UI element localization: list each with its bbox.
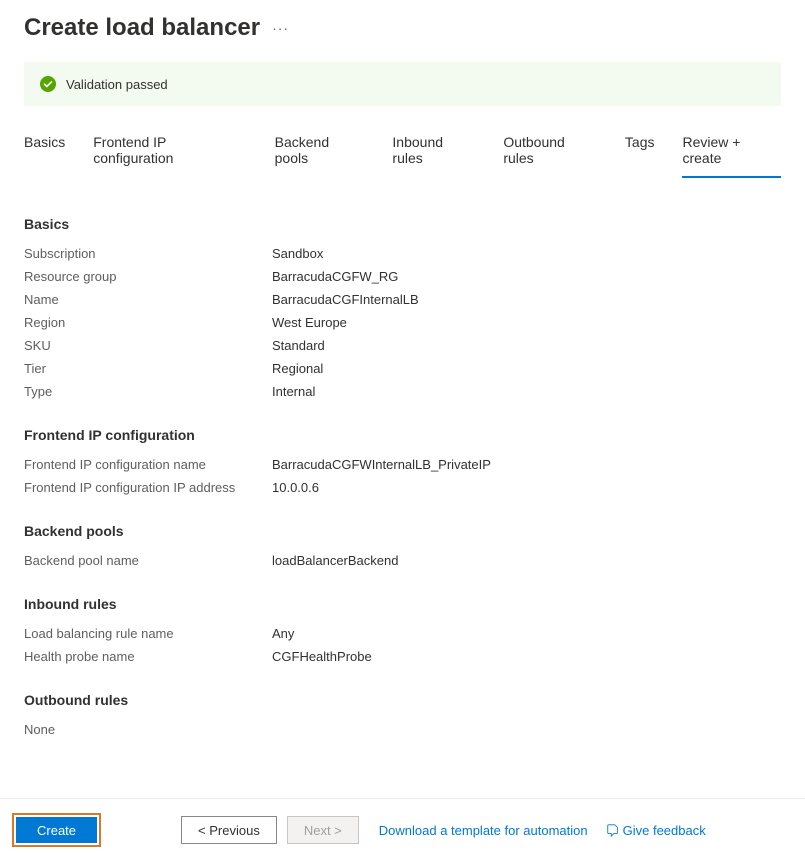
download-template-link[interactable]: Download a template for automation [379, 823, 588, 838]
kv-value: CGFHealthProbe [272, 649, 372, 664]
kv-row: SubscriptionSandbox [24, 246, 781, 261]
section-heading-basics: Basics [24, 216, 781, 232]
kv-label: Health probe name [24, 649, 272, 664]
kv-value: Sandbox [272, 246, 323, 261]
kv-label: Frontend IP configuration name [24, 457, 272, 472]
previous-button[interactable]: < Previous [181, 816, 277, 844]
tab-outbound-rules[interactable]: Outbound rules [503, 134, 597, 178]
feedback-icon [606, 823, 620, 837]
section-inbound: Inbound rules Load balancing rule nameAn… [24, 596, 781, 664]
kv-row: Frontend IP configuration IP address10.0… [24, 480, 781, 495]
kv-value: BarracudaCGFW_RG [272, 269, 398, 284]
kv-label: Region [24, 315, 272, 330]
kv-label: Backend pool name [24, 553, 272, 568]
tab-backend-pools[interactable]: Backend pools [275, 134, 365, 178]
review-content: Basics SubscriptionSandbox Resource grou… [0, 178, 805, 769]
section-basics: Basics SubscriptionSandbox Resource grou… [24, 216, 781, 399]
footer-bar: Create < Previous Next > Download a temp… [0, 798, 805, 861]
validation-message: Validation passed [66, 77, 168, 92]
kv-label: Type [24, 384, 272, 399]
create-button[interactable]: Create [16, 817, 97, 843]
kv-row: Frontend IP configuration nameBarracudaC… [24, 457, 781, 472]
tab-review-create[interactable]: Review + create [682, 134, 781, 178]
kv-row: Resource groupBarracudaCGFW_RG [24, 269, 781, 284]
kv-row: Health probe nameCGFHealthProbe [24, 649, 781, 664]
section-heading-backend: Backend pools [24, 523, 781, 539]
kv-label: Load balancing rule name [24, 626, 272, 641]
kv-label: Frontend IP configuration IP address [24, 480, 272, 495]
kv-value: Any [272, 626, 294, 641]
kv-row: RegionWest Europe [24, 315, 781, 330]
kv-value: 10.0.0.6 [272, 480, 319, 495]
tab-frontend-ip[interactable]: Frontend IP configuration [93, 134, 246, 178]
kv-label: SKU [24, 338, 272, 353]
feedback-label: Give feedback [623, 823, 706, 838]
section-backend: Backend pools Backend pool nameloadBalan… [24, 523, 781, 568]
validation-banner: Validation passed [24, 62, 781, 106]
tabs-bar: Basics Frontend IP configuration Backend… [0, 110, 805, 178]
tab-tags[interactable]: Tags [625, 134, 655, 178]
page-title: Create load balancer [24, 14, 260, 42]
kv-row: Backend pool nameloadBalancerBackend [24, 553, 781, 568]
kv-value: Internal [272, 384, 315, 399]
kv-value: loadBalancerBackend [272, 553, 398, 568]
give-feedback-link[interactable]: Give feedback [606, 823, 706, 838]
section-frontend: Frontend IP configuration Frontend IP co… [24, 427, 781, 495]
kv-value: BarracudaCGFInternalLB [272, 292, 419, 307]
tab-inbound-rules[interactable]: Inbound rules [392, 134, 475, 178]
tab-basics[interactable]: Basics [24, 134, 65, 178]
section-heading-inbound: Inbound rules [24, 596, 781, 612]
kv-value: Standard [272, 338, 325, 353]
kv-row: NameBarracudaCGFInternalLB [24, 292, 781, 307]
kv-value: BarracudaCGFWInternalLB_PrivateIP [272, 457, 491, 472]
kv-value: Regional [272, 361, 323, 376]
kv-label: Name [24, 292, 272, 307]
kv-row: Load balancing rule nameAny [24, 626, 781, 641]
kv-label: None [24, 722, 272, 737]
kv-value: West Europe [272, 315, 347, 330]
kv-row: None [24, 722, 781, 737]
create-button-highlight: Create [12, 813, 101, 847]
next-button: Next > [287, 816, 359, 844]
section-heading-frontend: Frontend IP configuration [24, 427, 781, 443]
kv-label: Subscription [24, 246, 272, 261]
kv-row: TierRegional [24, 361, 781, 376]
more-options-icon[interactable]: ··· [272, 20, 289, 36]
kv-row: TypeInternal [24, 384, 781, 399]
kv-label: Tier [24, 361, 272, 376]
check-circle-icon [40, 76, 56, 92]
kv-row: SKUStandard [24, 338, 781, 353]
section-outbound: Outbound rules None [24, 692, 781, 737]
section-heading-outbound: Outbound rules [24, 692, 781, 708]
kv-label: Resource group [24, 269, 272, 284]
